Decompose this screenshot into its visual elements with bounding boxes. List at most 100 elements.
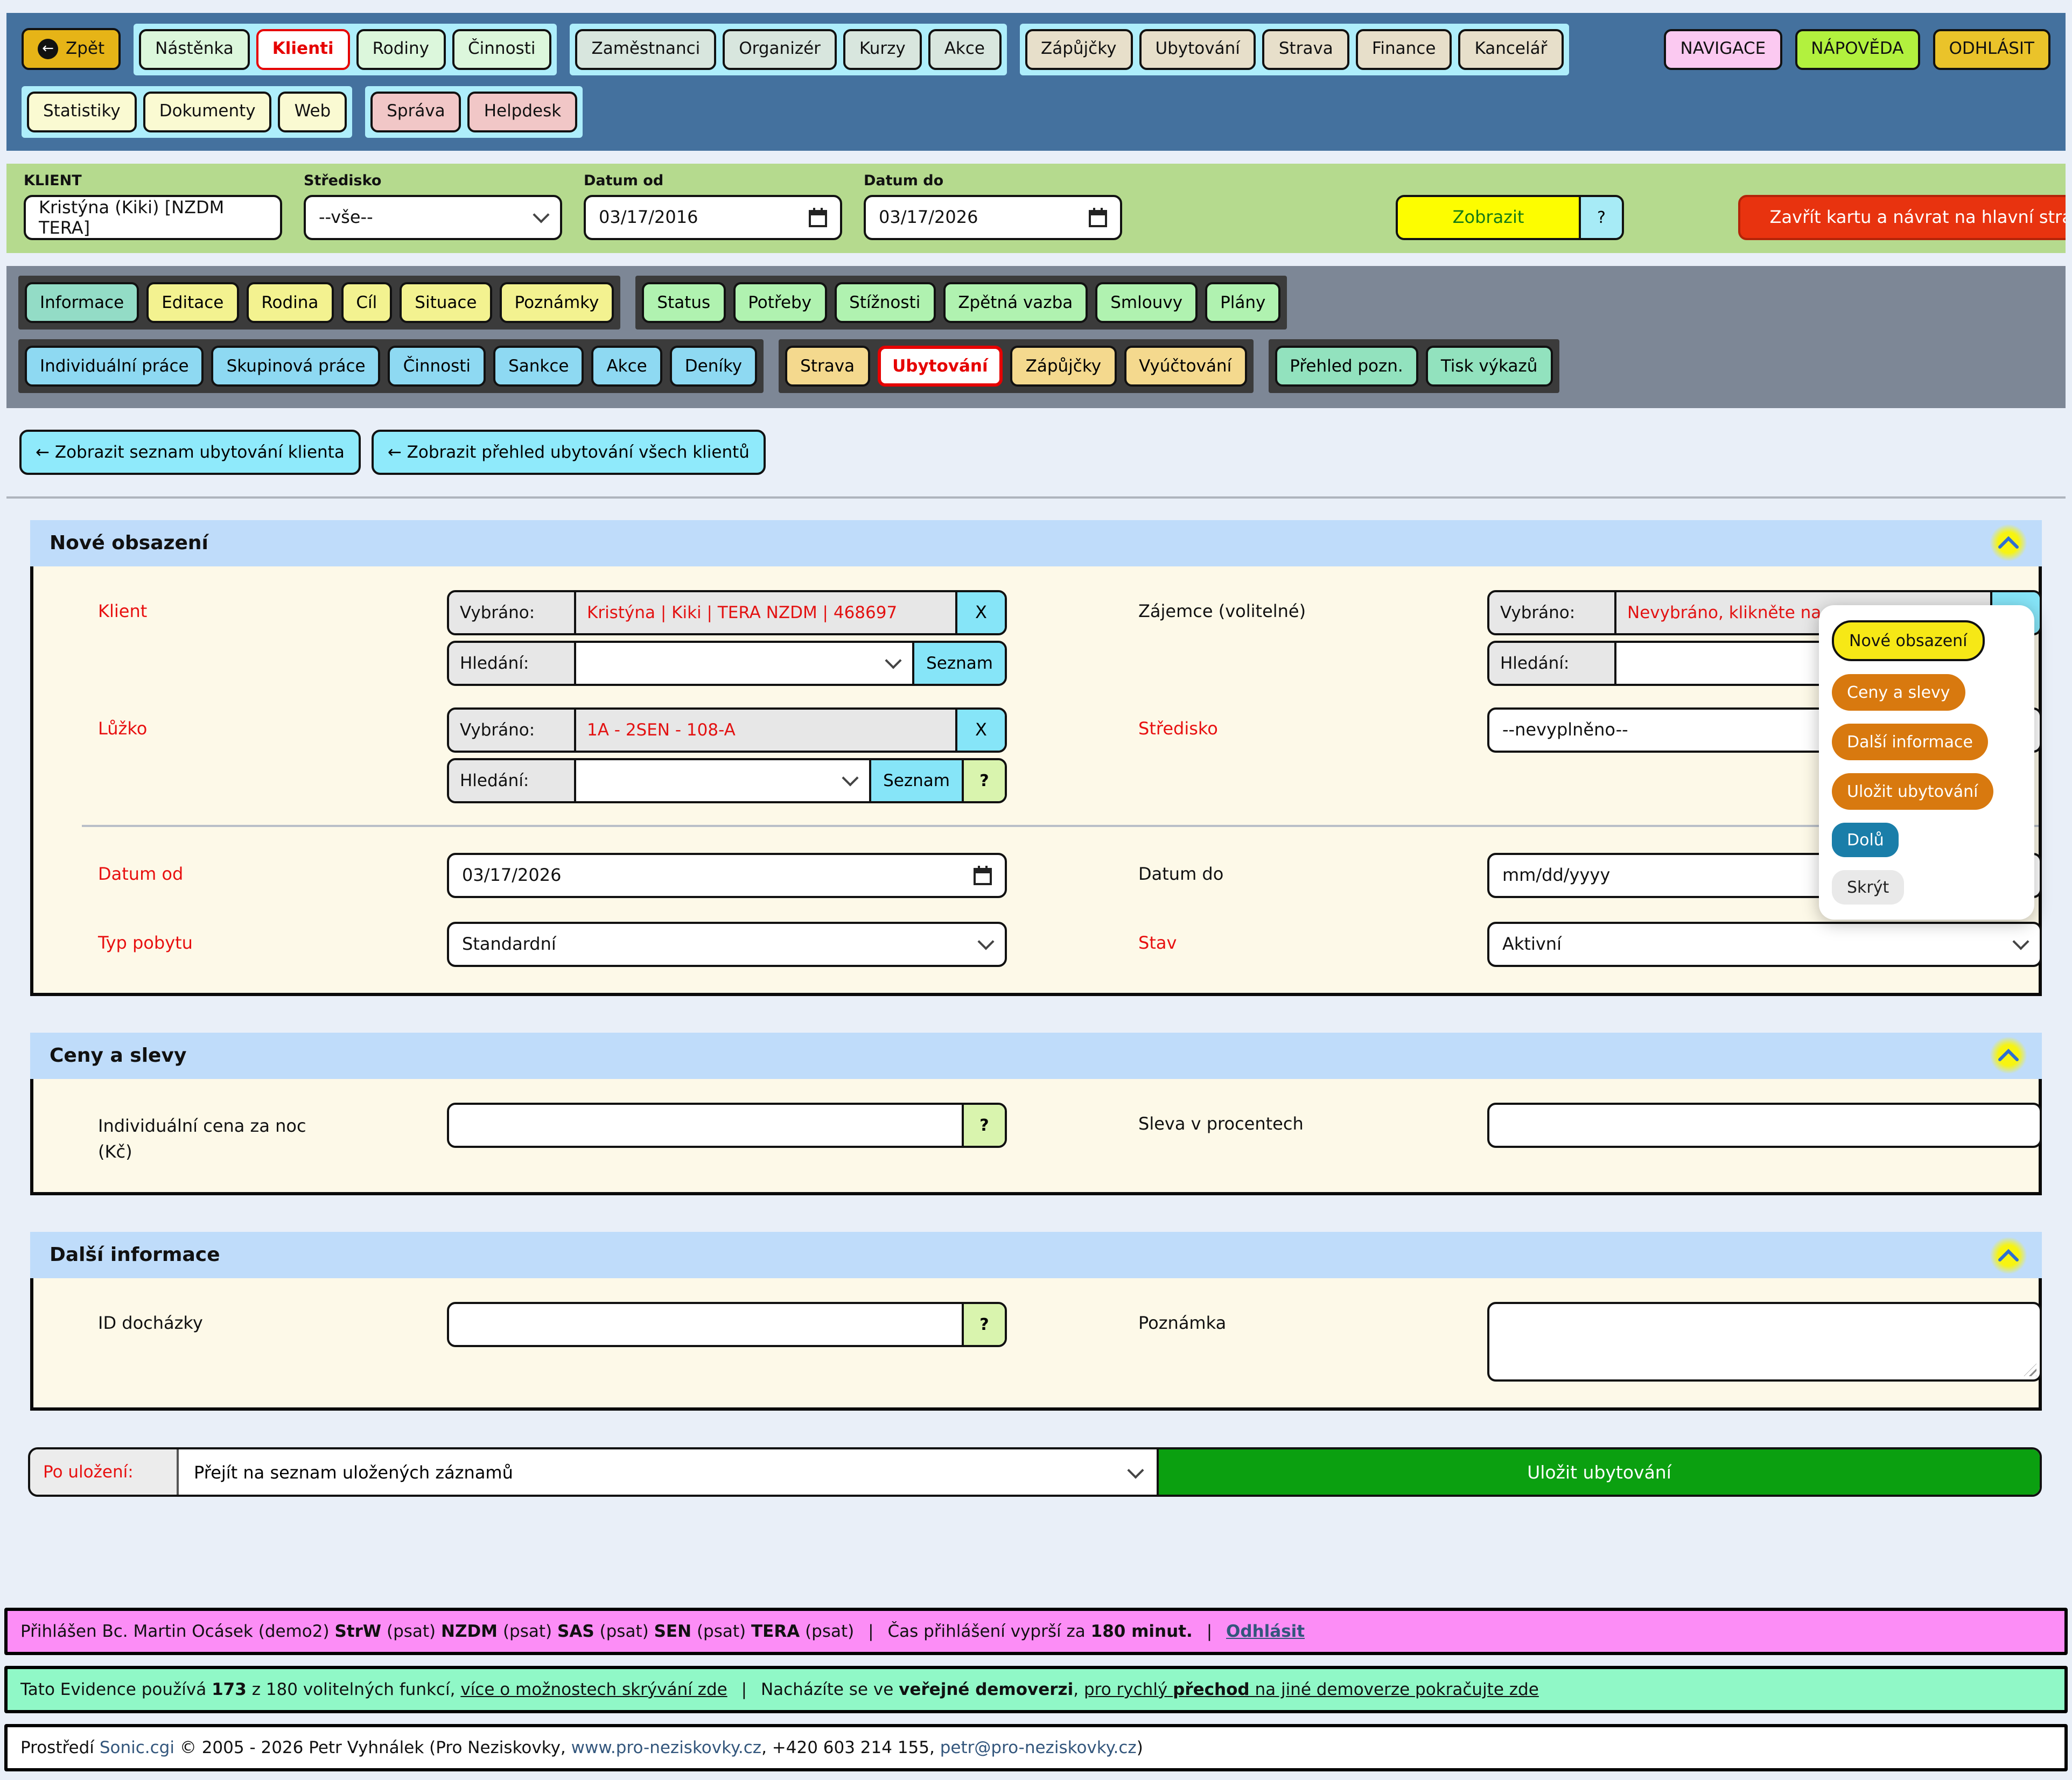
- show-client-accommodation-button[interactable]: ← Zobrazit seznam ubytování klienta: [19, 429, 361, 474]
- tab-poznamky[interactable]: Poznámky: [500, 282, 614, 323]
- tab-skupinova-prace[interactable]: Skupinová práce: [212, 345, 381, 386]
- tab-zapujcky[interactable]: Zápůjčky: [1011, 345, 1116, 386]
- tab-prehled-pozn[interactable]: Přehled pozn.: [1275, 345, 1418, 386]
- id-dochazky-input-group: ?: [447, 1302, 1007, 1347]
- tab-strava[interactable]: Strava: [785, 345, 870, 386]
- quickmenu-skryt[interactable]: Skrýt: [1832, 870, 1904, 904]
- tab-informace[interactable]: Informace: [25, 282, 139, 323]
- luzko-search-select[interactable]: [576, 760, 869, 801]
- nav-item-zapujcky[interactable]: Zápůjčky: [1025, 29, 1132, 70]
- sonic-link[interactable]: Sonic.cgi: [100, 1738, 174, 1757]
- tab-zpetna-vazba[interactable]: Zpětná vazba: [943, 282, 1088, 323]
- email-link[interactable]: petr@pro-neziskovky.cz: [940, 1738, 1137, 1757]
- datum-od-input[interactable]: 03/17/2016: [584, 194, 842, 240]
- nav-item-kancelar[interactable]: Kancelář: [1458, 29, 1563, 70]
- zobrazit-button[interactable]: Zobrazit: [1398, 197, 1579, 237]
- cena-input[interactable]: [449, 1104, 962, 1145]
- nav-item-helpdesk[interactable]: Helpdesk: [468, 92, 578, 132]
- napoveda-button[interactable]: NÁPOVĚDA: [1795, 29, 1920, 70]
- nav-item-dokumenty[interactable]: Dokumenty: [143, 92, 272, 132]
- tab-potreby[interactable]: Potřeby: [733, 282, 827, 323]
- nav-item-sprava[interactable]: Správa: [370, 92, 461, 132]
- filter-help-button[interactable]: ?: [1579, 197, 1622, 237]
- tab-situace[interactable]: Situace: [400, 282, 492, 323]
- sleva-input[interactable]: [1487, 1102, 2042, 1147]
- tab-stiznosti[interactable]: Stížnosti: [834, 282, 935, 323]
- typ-pobytu-value: Standardní: [462, 934, 556, 954]
- collapse-icon[interactable]: [1990, 1237, 2027, 1273]
- close-card-button[interactable]: Zavřít kartu a návrat na hlavní stranu: [1738, 194, 2066, 240]
- id-dochazky-input[interactable]: [449, 1304, 962, 1345]
- nav-item-rodiny[interactable]: Rodiny: [356, 29, 445, 70]
- nav-item-zamestnanci[interactable]: Zaměstnanci: [576, 29, 717, 70]
- section-header: Další informace: [30, 1232, 2042, 1278]
- quickmenu-dalsi-informace[interactable]: Další informace: [1832, 723, 1988, 760]
- collapse-icon[interactable]: [1990, 524, 2027, 561]
- demo-switch-link[interactable]: pro rychlý přechod na jiné demoverze pok…: [1084, 1680, 1539, 1699]
- resize-handle[interactable]: [2024, 1363, 2036, 1376]
- stav-select[interactable]: Aktivní: [1487, 921, 2042, 966]
- tab-deniky[interactable]: Deníky: [670, 345, 757, 386]
- tab-cil[interactable]: Cíl: [341, 282, 392, 323]
- form-row-typ-stav: Typ pobytu Standardní Stav Aktivní: [33, 921, 2039, 966]
- datum-do-input[interactable]: 03/17/2026: [864, 194, 1122, 240]
- nav-item-strava[interactable]: Strava: [1263, 29, 1349, 70]
- odhlasit-link[interactable]: Odhlásit: [1226, 1622, 1305, 1641]
- klient-input[interactable]: Kristýna (Kiki) [NZDM TERA]: [24, 194, 282, 240]
- klient-clear-button[interactable]: X: [955, 592, 1005, 633]
- nav-item-klienti[interactable]: Klienti: [256, 29, 350, 70]
- nav-item-web[interactable]: Web: [278, 92, 347, 132]
- odhlasit-button[interactable]: ODHLÁSIT: [1933, 29, 2050, 70]
- tab-sankce[interactable]: Sankce: [493, 345, 584, 386]
- luzko-hledani-row: Hledání: Seznam ?: [447, 758, 1007, 803]
- nav-item-ubytovani[interactable]: Ubytování: [1139, 29, 1256, 70]
- stav-value: Aktivní: [1502, 934, 1562, 954]
- stredisko-select[interactable]: --vše--: [304, 194, 562, 240]
- tab-editace[interactable]: Editace: [146, 282, 239, 323]
- tab-status[interactable]: Status: [642, 282, 725, 323]
- nav-item-organizer[interactable]: Organizér: [723, 29, 837, 70]
- nav-item-finance[interactable]: Finance: [1356, 29, 1452, 70]
- tab-row-1: Informace Editace Rodina Cíl Situace Poz…: [18, 275, 2054, 329]
- badge-sas: SAS: [557, 1622, 594, 1641]
- nav-item-nastenka[interactable]: Nástěnka: [139, 29, 250, 70]
- nav-item-statistiky[interactable]: Statistiky: [27, 92, 137, 132]
- tab-smlouvy[interactable]: Smlouvy: [1095, 282, 1198, 323]
- poznamka-textarea[interactable]: [1487, 1302, 2042, 1382]
- website-link[interactable]: www.pro-neziskovky.cz: [571, 1738, 761, 1757]
- navigace-button[interactable]: NAVIGACE: [1664, 29, 1782, 70]
- tab-vyuctovani[interactable]: Vyúčtování: [1124, 345, 1247, 386]
- po-ulozeni-select[interactable]: Přejít na seznam uložených záznamů: [179, 1449, 1157, 1495]
- id-dochazky-field: ?: [447, 1302, 1007, 1347]
- tab-akce[interactable]: Akce: [591, 345, 662, 386]
- tab-ubytovani[interactable]: Ubytování: [877, 345, 1003, 386]
- klient-seznam-button[interactable]: Seznam: [912, 642, 1005, 683]
- luzko-seznam-button[interactable]: Seznam: [869, 760, 962, 801]
- luzko-clear-button[interactable]: X: [955, 709, 1005, 750]
- tab-individualni-prace[interactable]: Individuální práce: [25, 345, 204, 386]
- nav-item-kurzy[interactable]: Kurzy: [843, 29, 922, 70]
- tab-tisk-vykazu[interactable]: Tisk výkazů: [1426, 345, 1553, 386]
- cena-help-button[interactable]: ?: [962, 1104, 1005, 1145]
- klient-search-select[interactable]: [576, 642, 912, 683]
- quickmenu-dolu[interactable]: Dolů: [1832, 822, 1899, 857]
- ulozit-ubytovani-button[interactable]: Uložit ubytování: [1157, 1449, 2040, 1495]
- hiding-options-link[interactable]: více o možnostech skrývání zde: [460, 1680, 727, 1699]
- nav-item-cinnosti[interactable]: Činnosti: [452, 29, 551, 70]
- datum-od-form-input[interactable]: 03/17/2026: [447, 852, 1007, 898]
- chevron-down-icon: [977, 934, 994, 950]
- footer-area: Přihlášen Bc. Martin Ocásek (demo2) StrW…: [0, 1597, 2072, 1780]
- show-all-accommodation-button[interactable]: ← Zobrazit přehled ubytování všech klien…: [372, 429, 766, 474]
- nav-item-akce[interactable]: Akce: [928, 29, 1001, 70]
- luzko-help-button[interactable]: ?: [962, 760, 1005, 801]
- typ-pobytu-select[interactable]: Standardní: [447, 921, 1007, 966]
- quickmenu-ulozit-ubytovani[interactable]: Uložit ubytování: [1832, 773, 1993, 809]
- back-button[interactable]: ← Zpět: [22, 29, 121, 71]
- id-dochazky-help-button[interactable]: ?: [962, 1304, 1005, 1345]
- tab-cinnosti[interactable]: Činnosti: [388, 345, 486, 386]
- tab-rodina[interactable]: Rodina: [246, 282, 333, 323]
- collapse-icon[interactable]: [1990, 1037, 2027, 1074]
- tab-plany[interactable]: Plány: [1205, 282, 1280, 323]
- quickmenu-ceny-a-slevy[interactable]: Ceny a slevy: [1832, 674, 1965, 710]
- quickmenu-nove-obsazeni[interactable]: Nové obsazení: [1832, 620, 1985, 661]
